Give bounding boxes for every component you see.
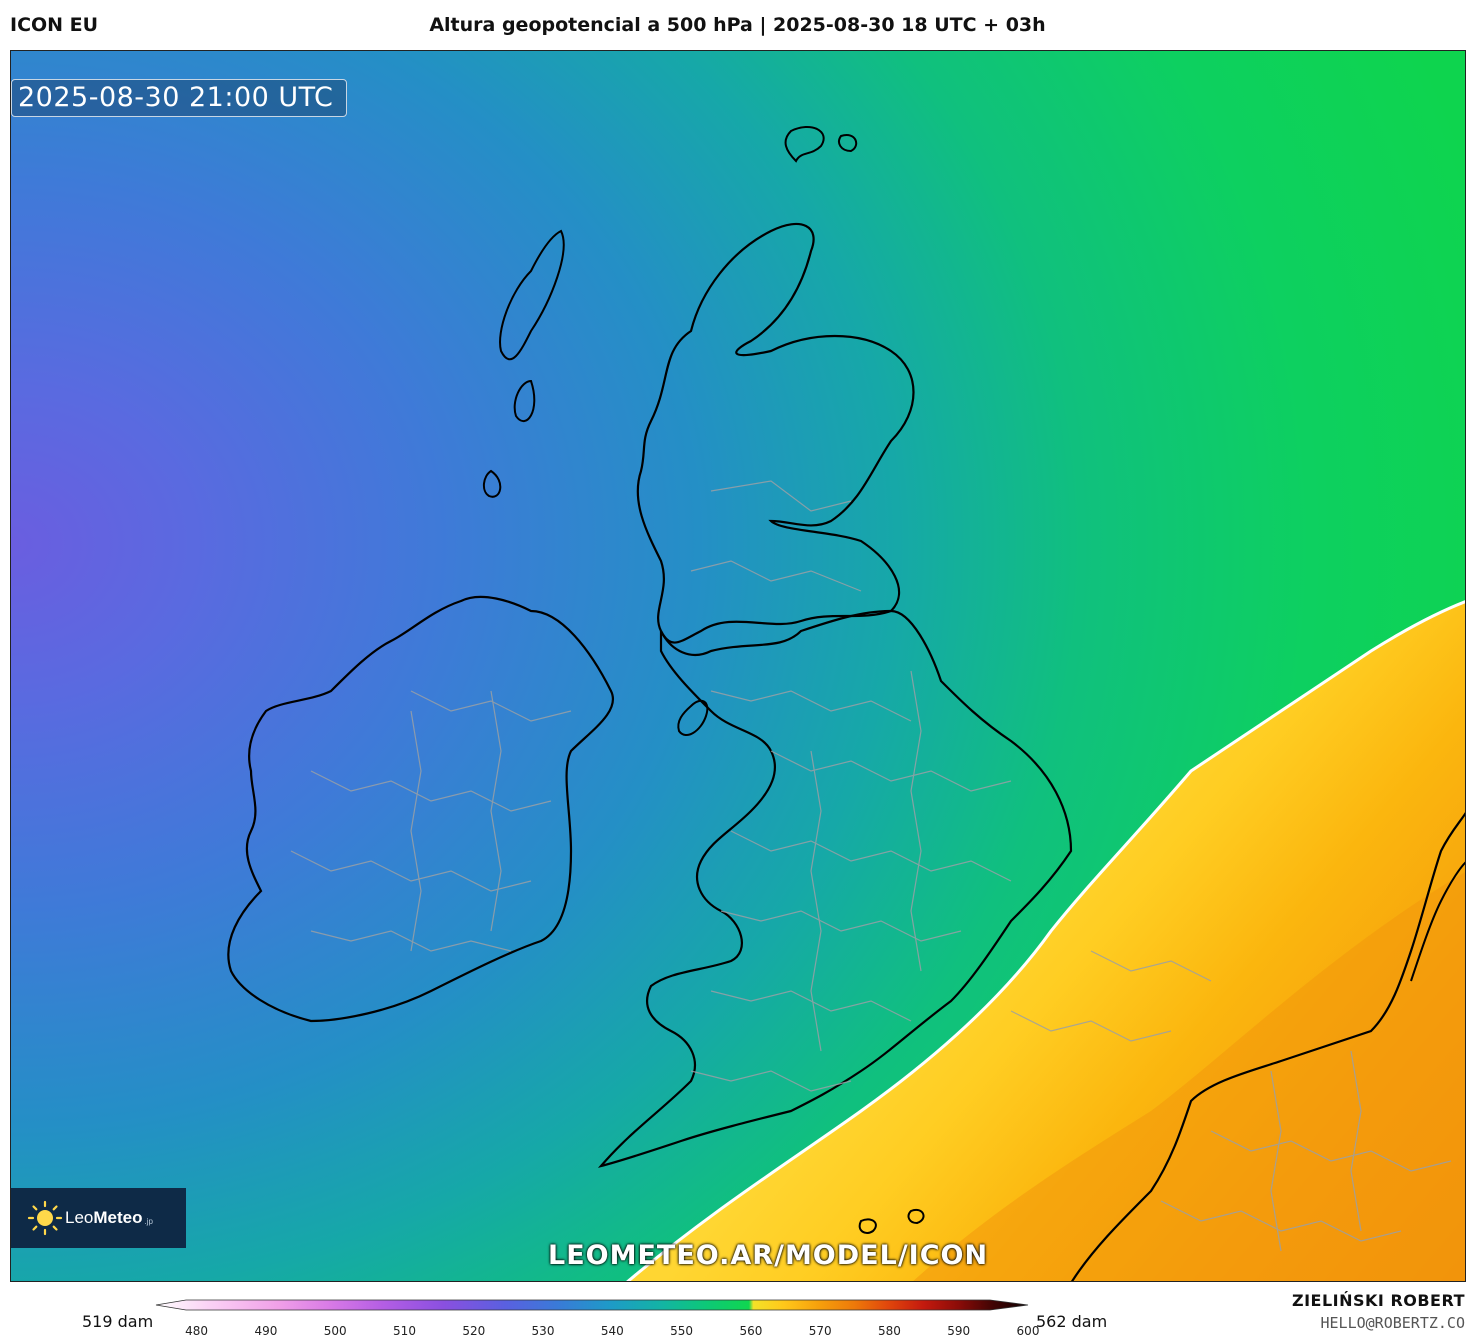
map-title: Altura geopotencial a 500 hPa | 2025-08-… — [429, 14, 1046, 36]
colorbar-tick-label: 540 — [601, 1324, 624, 1338]
colorbar-tick-label: 480 — [185, 1324, 208, 1338]
leometeo-logo[interactable]: LeoMeteo .jp — [11, 1188, 186, 1248]
colorbar-tick-label: 550 — [670, 1324, 693, 1338]
colorbar-tick-label: 500 — [324, 1324, 347, 1338]
map-frame: 2025-08-30 21:00 UTC — [10, 50, 1466, 1282]
colorbar-tick-label: 510 — [393, 1324, 416, 1338]
valid-time-badge: 2025-08-30 21:00 UTC — [11, 79, 347, 117]
colorbar-tick-label: 520 — [462, 1324, 485, 1338]
colorbar-tick-label: 530 — [532, 1324, 555, 1338]
logo-suffix: .jp — [144, 1216, 153, 1226]
colorbar-tick-label: 580 — [878, 1324, 901, 1338]
colorbar-max-label: 562 dam — [1036, 1312, 1108, 1331]
colorbar-tick-label: 560 — [739, 1324, 762, 1338]
colorbar-tick-label: 590 — [947, 1324, 970, 1338]
colorbar-tick-label: 570 — [809, 1324, 832, 1338]
logo-wordmark: LeoMeteo — [65, 1208, 143, 1227]
colorbar-ticks: 480 490 500 510 520 530 540 550 560 570 580 590 600 — [185, 1324, 1039, 1338]
sun-icon — [27, 1200, 63, 1236]
author-name: ZIELIŃSKI ROBERT — [1291, 1291, 1465, 1310]
author-email[interactable]: HELLO@ROBERTZ.CO — [1321, 1314, 1466, 1332]
geopotential-map — [11, 51, 1465, 1281]
colorbar-min-label: 519 dam — [82, 1312, 154, 1331]
colorbar-ramp — [155, 1299, 1029, 1311]
site-watermark[interactable]: LEOMETEO.AR/MODEL/ICON — [548, 1240, 988, 1271]
colorbar-tick-label: 490 — [254, 1324, 277, 1338]
colorbar: 480 490 500 510 520 530 540 550 560 570 580 590 600 — [155, 1299, 1039, 1338]
